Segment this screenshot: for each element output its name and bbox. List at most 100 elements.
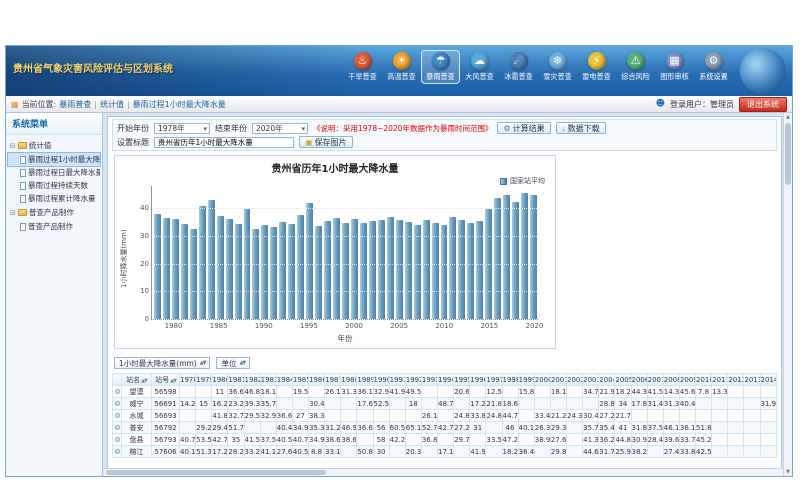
year-header[interactable]: 2000 bbox=[534, 374, 550, 386]
collapse-icon[interactable]: ⊟ bbox=[10, 142, 16, 150]
gridline bbox=[152, 319, 539, 320]
year-header[interactable]: 1986 bbox=[309, 374, 325, 386]
value-cell bbox=[712, 434, 728, 446]
nav-item-wind[interactable]: ☁大风普查 bbox=[461, 51, 498, 83]
chart-bar bbox=[199, 206, 206, 319]
collapse-icon[interactable]: ⊟ bbox=[10, 209, 16, 217]
station-name-header[interactable]: 站名▲▼ bbox=[122, 374, 152, 386]
row-select-cell[interactable] bbox=[113, 410, 122, 422]
value-cell: 27 bbox=[292, 410, 308, 422]
year-header[interactable]: 1998 bbox=[502, 374, 518, 386]
x-axis-tick: 2015 bbox=[480, 322, 498, 330]
vertical-scrollbar[interactable]: ▲ ▼ bbox=[783, 113, 792, 476]
nav-item-settings[interactable]: ⚙系统设置 bbox=[695, 51, 732, 83]
station-id-header[interactable]: 站号▲▼ bbox=[152, 374, 180, 386]
start-year-select[interactable]: 1978年 ▾ bbox=[154, 123, 210, 134]
table-row[interactable]: 望谟565981136.646.818.119.526.131.336.132.… bbox=[113, 386, 777, 398]
year-header[interactable]: 1999 bbox=[518, 374, 534, 386]
nav-item-risk[interactable]: ⚠综合风险 bbox=[617, 51, 654, 83]
year-header[interactable]: 2005 bbox=[615, 374, 631, 386]
tree-leaf[interactable]: 暴雨过程1小时最大降水量 bbox=[8, 153, 100, 166]
year-header[interactable]: 2013 bbox=[744, 374, 760, 386]
year-header[interactable]: 1987 bbox=[325, 374, 341, 386]
year-header[interactable]: 2003 bbox=[583, 374, 599, 386]
year-header[interactable]: 1993 bbox=[421, 374, 437, 386]
horizontal-scrollbar[interactable] bbox=[104, 468, 783, 476]
year-header[interactable]: 1985 bbox=[292, 374, 308, 386]
x-axis-ticks: 198019851990199520002005201020152020 bbox=[151, 322, 539, 331]
row-select-cell[interactable] bbox=[113, 386, 122, 398]
horizontal-scroll-thumb[interactable] bbox=[106, 470, 326, 475]
year-header[interactable]: 1978 bbox=[180, 374, 196, 386]
breadcrumb-item[interactable]: 统计值 bbox=[100, 100, 124, 109]
year-header[interactable]: 1991 bbox=[389, 374, 405, 386]
x-axis-tick: 2020 bbox=[526, 322, 544, 330]
year-header[interactable]: 2008 bbox=[663, 374, 679, 386]
year-header[interactable]: 2004 bbox=[599, 374, 615, 386]
row-select-cell[interactable] bbox=[113, 422, 122, 434]
logged-in-user: 登录用户：管理员 bbox=[670, 99, 734, 110]
nav-item-drought[interactable]: ♨干旱普查 bbox=[344, 51, 381, 83]
row-select-cell[interactable] bbox=[113, 446, 122, 458]
unit-select[interactable]: 单位 ▲▼ bbox=[216, 357, 250, 369]
year-header[interactable]: 2011 bbox=[712, 374, 728, 386]
tree-leaf[interactable]: 普查产品制作 bbox=[8, 220, 100, 233]
vertical-scroll-thumb[interactable] bbox=[785, 123, 791, 185]
year-header[interactable]: 1983 bbox=[260, 374, 276, 386]
year-header[interactable]: 2002 bbox=[567, 374, 583, 386]
end-year-select[interactable]: 2020年 ▾ bbox=[252, 123, 308, 134]
year-header[interactable]: 1990 bbox=[373, 374, 389, 386]
tree-node[interactable]: ⊟普查产品制作 bbox=[8, 205, 100, 220]
year-header[interactable]: 2007 bbox=[647, 374, 663, 386]
table-row[interactable]: 盘县5679340.753.542.73541.537.540.540.734.… bbox=[113, 434, 777, 446]
tree-node[interactable]: ⊟统计值 bbox=[8, 138, 100, 153]
table-row[interactable]: 水城5669341.832.729.532.936.62738.326.124.… bbox=[113, 410, 777, 422]
station-id-cell: 56792 bbox=[152, 422, 180, 434]
logout-button[interactable]: 退出系统 bbox=[739, 97, 787, 112]
year-header[interactable]: 1980 bbox=[212, 374, 228, 386]
nav-item-heat[interactable]: ☀高温普查 bbox=[383, 51, 420, 83]
year-header[interactable]: 2009 bbox=[679, 374, 695, 386]
year-header[interactable]: 2014 bbox=[760, 374, 777, 386]
nav-item-rainstorm[interactable]: ☂暴雨普查 bbox=[422, 51, 459, 83]
table-row[interactable]: 威宁5669114.21516.223.239.335.730.417.652.… bbox=[113, 398, 777, 410]
year-header[interactable]: 2012 bbox=[728, 374, 744, 386]
year-header[interactable]: 1988 bbox=[341, 374, 357, 386]
row-select-cell[interactable] bbox=[113, 434, 122, 446]
nav-item-snow[interactable]: ❄雪灾普查 bbox=[539, 51, 576, 83]
year-header[interactable]: 2006 bbox=[631, 374, 647, 386]
download-button[interactable]: ↓ 数据下载 bbox=[556, 122, 606, 134]
tree-leaf[interactable]: 暴雨过程持续天数 bbox=[8, 179, 100, 192]
value-type-select[interactable]: 1小时最大降水量(mm) ▲▼ bbox=[114, 357, 210, 369]
year-header[interactable]: 1982 bbox=[244, 374, 260, 386]
table-row[interactable]: 榕江5760640.151.317.228.233.241.127.640.58… bbox=[113, 446, 777, 458]
tree-leaf[interactable]: 暴雨过程日最大降水量 bbox=[8, 166, 100, 179]
nav-item-review[interactable]: ▦图形审核 bbox=[656, 51, 693, 83]
year-header[interactable]: 1989 bbox=[357, 374, 373, 386]
sort-icons[interactable]: ▲▼ bbox=[141, 378, 147, 384]
sort-icons[interactable]: ▲▼ bbox=[170, 378, 176, 384]
year-header[interactable]: 1992 bbox=[405, 374, 421, 386]
year-header[interactable]: 1984 bbox=[276, 374, 292, 386]
breadcrumb-item[interactable]: 暴雨过程1小时最大降水量 bbox=[133, 100, 226, 109]
row-select-cell[interactable] bbox=[113, 398, 122, 410]
year-header[interactable]: 2001 bbox=[550, 374, 566, 386]
year-header[interactable]: 1994 bbox=[438, 374, 454, 386]
nav-item-hail[interactable]: ☄冰雹普查 bbox=[500, 51, 537, 83]
year-header[interactable]: 1995 bbox=[454, 374, 470, 386]
table-row[interactable]: 普安5679229.229.451.740.434.935.331.246.93… bbox=[113, 422, 777, 434]
value-cell bbox=[567, 386, 583, 398]
breadcrumb-item[interactable]: 暴雨普查 bbox=[59, 100, 91, 109]
scroll-down-icon[interactable]: ▼ bbox=[784, 468, 792, 476]
calculate-button[interactable]: ⚙ 计算结果 bbox=[497, 122, 550, 134]
tree-leaf[interactable]: 暴雨过程累计降水量 bbox=[8, 192, 100, 205]
year-header[interactable]: 1979 bbox=[196, 374, 212, 386]
year-header[interactable]: 1996 bbox=[470, 374, 486, 386]
save-image-button[interactable]: ▣ 保存图片 bbox=[299, 136, 353, 148]
scroll-up-icon[interactable]: ▲ bbox=[784, 113, 792, 121]
year-header[interactable]: 2010 bbox=[696, 374, 712, 386]
year-header[interactable]: 1981 bbox=[228, 374, 244, 386]
chart-title-input[interactable] bbox=[154, 137, 294, 148]
nav-item-lightning[interactable]: ⚡雷电普查 bbox=[578, 51, 615, 83]
year-header[interactable]: 1997 bbox=[486, 374, 502, 386]
